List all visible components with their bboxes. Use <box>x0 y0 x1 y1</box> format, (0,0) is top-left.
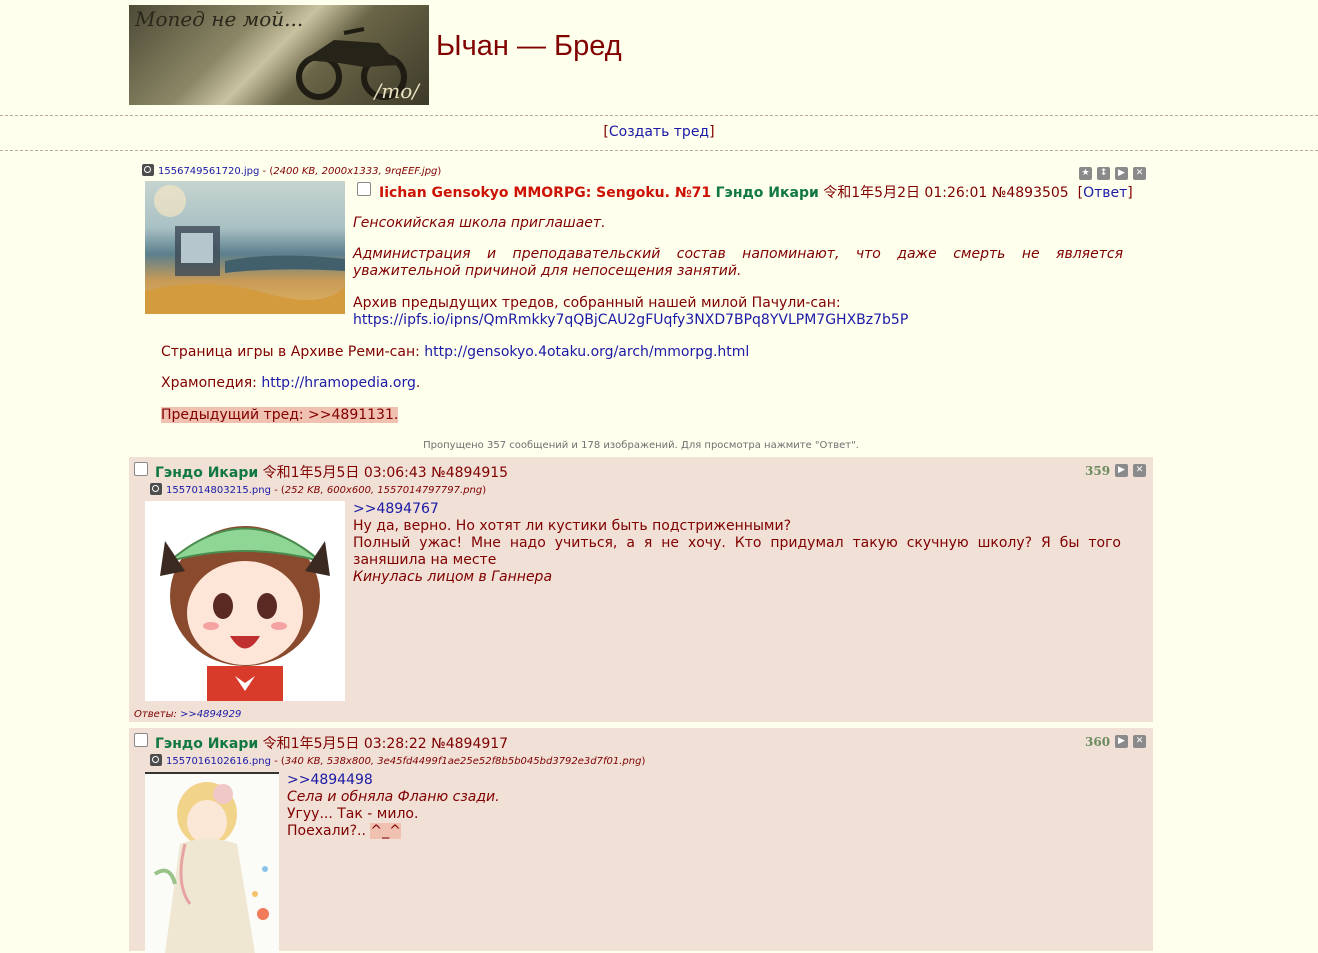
play-icon[interactable]: ▶ <box>1115 464 1128 477</box>
hide-icon[interactable]: ✕ <box>1133 464 1146 477</box>
op-paragraph-3: Архив предыдущих тредов, собранный нашей… <box>353 295 909 328</box>
reply-message: >>4894498 Села и обняла Фланю сзади. Угу… <box>287 772 500 839</box>
reply-file-link[interactable]: 1557014803215.png <box>166 485 271 496</box>
reply-thumbnail[interactable] <box>145 501 345 701</box>
create-thread-link[interactable]: Создать тред <box>609 124 709 140</box>
reply-count: 360 <box>1085 735 1111 749</box>
emote-text: ^_^ <box>370 823 401 839</box>
reply-quote-link[interactable]: >>4894498 <box>287 772 373 788</box>
hide-icon[interactable]: ✕ <box>1133 167 1146 180</box>
hramopedia-link[interactable]: http://hramopedia.org <box>261 375 416 391</box>
reply-post-number[interactable]: №4894915 <box>431 465 508 481</box>
op-file-info: 1556749561720.jpg - (2400 KB, 2000x1333,… <box>142 164 441 177</box>
op-paragraph-2: Администрация и преподавательский состав… <box>353 246 1123 279</box>
reply-poster-name: Гэндо Икари <box>155 465 259 481</box>
logo-text: Мопед не мой... <box>135 7 304 31</box>
flandre-avatar-icon <box>153 782 269 953</box>
op-paragraph-5: Храмопедия: http://hramopedia.org. <box>161 375 421 391</box>
reply-file-link[interactable]: 1557016102616.png <box>166 756 271 767</box>
op-subject: Iichan Gensokyo MMORPG: Sengoku. №71 <box>379 185 712 201</box>
op-reply-link[interactable]: Ответ <box>1083 185 1127 201</box>
game-archive-link[interactable]: http://gensokyo.4otaku.org/arch/mmorpg.h… <box>424 344 749 360</box>
reply-post: Гэндо Икари 令和1年5月5日 03:06:43 №4894915 3… <box>129 457 1153 722</box>
op-select-checkbox[interactable] <box>357 182 371 196</box>
magnify-icon[interactable] <box>150 754 162 766</box>
op-paragraph-4: Страница игры в Архиве Реми-сан: http://… <box>161 344 750 360</box>
landscape-icon <box>145 185 345 314</box>
chen-avatar-icon <box>160 526 330 701</box>
star-icon[interactable]: ★ <box>1079 167 1092 180</box>
op-post-header: Iichan Gensokyo MMORPG: Sengoku. №71 Гэн… <box>379 185 1133 201</box>
previous-thread-quote[interactable]: Предыдущий тред: >>4891131. <box>161 407 399 423</box>
create-thread-bar: [Создать тред] <box>603 124 715 140</box>
op-poster-name: Гэндо Икари <box>715 185 819 201</box>
reply-file-info: 1557014803215.png - (252 KB, 600x600, 15… <box>150 483 486 496</box>
reply-message: >>4894767 Ну да, верно. Но хотят ли куст… <box>353 501 1121 585</box>
reply-select-checkbox[interactable] <box>134 733 148 747</box>
op-post-number[interactable]: №4893505 <box>992 185 1069 201</box>
reply-post-number[interactable]: №4894917 <box>431 736 508 752</box>
reply-date: 令和1年5月5日 03:06:43 <box>262 465 427 481</box>
op-file-link[interactable]: 1556749561720.jpg <box>158 166 259 177</box>
board-title: Ычан — Бред <box>436 30 622 62</box>
op-paragraph-1: Генсокийская школа приглашает. <box>353 215 606 231</box>
backlink[interactable]: >>4894929 <box>180 709 241 720</box>
logo-board: /mo/ <box>374 79 419 103</box>
hide-icon[interactable]: ✕ <box>1133 735 1146 748</box>
op-paragraph-6: Предыдущий тред: >>4891131. <box>161 407 399 424</box>
divider <box>0 150 1318 151</box>
divider <box>0 115 1318 116</box>
reply-date: 令和1年5月5日 03:28:22 <box>262 736 427 752</box>
ipfs-archive-link[interactable]: https://ipfs.io/ipns/QmRmkky7qQBjCAU2gFU… <box>353 312 908 328</box>
reply-count: 359 <box>1085 464 1111 478</box>
reply-file-info: 1557016102616.png - (340 KB, 538x800, 3e… <box>150 754 645 767</box>
op-thumbnail[interactable] <box>145 181 345 314</box>
omitted-posts-notice: Пропущено 357 сообщений и 178 изображени… <box>423 440 859 451</box>
magnify-icon[interactable] <box>142 164 154 176</box>
board-logo[interactable]: Мопед не мой... /mo/ <box>129 5 429 105</box>
reply-backlinks: Ответы: >>4894929 <box>134 709 242 720</box>
reply-poster-name: Гэндо Икари <box>155 736 259 752</box>
reply-post: Гэндо Икари 令和1年5月5日 03:28:22 №4894917 3… <box>129 728 1153 953</box>
play-icon[interactable]: ▶ <box>1115 735 1128 748</box>
magnify-icon[interactable] <box>150 483 162 495</box>
reply-quote-link[interactable]: >>4894767 <box>353 501 439 517</box>
play-icon[interactable]: ▶ <box>1115 167 1128 180</box>
expand-icon[interactable]: ↕ <box>1097 167 1110 180</box>
reply-thumbnail[interactable] <box>145 772 279 953</box>
reply-post-header: Гэндо Икари 令和1年5月5日 03:28:22 №4894917 <box>155 733 508 753</box>
reply-post-header: Гэндо Икари 令和1年5月5日 03:06:43 №4894915 <box>155 462 508 482</box>
op-date: 令和1年5月2日 01:26:01 <box>823 185 988 201</box>
reply-select-checkbox[interactable] <box>134 462 148 476</box>
